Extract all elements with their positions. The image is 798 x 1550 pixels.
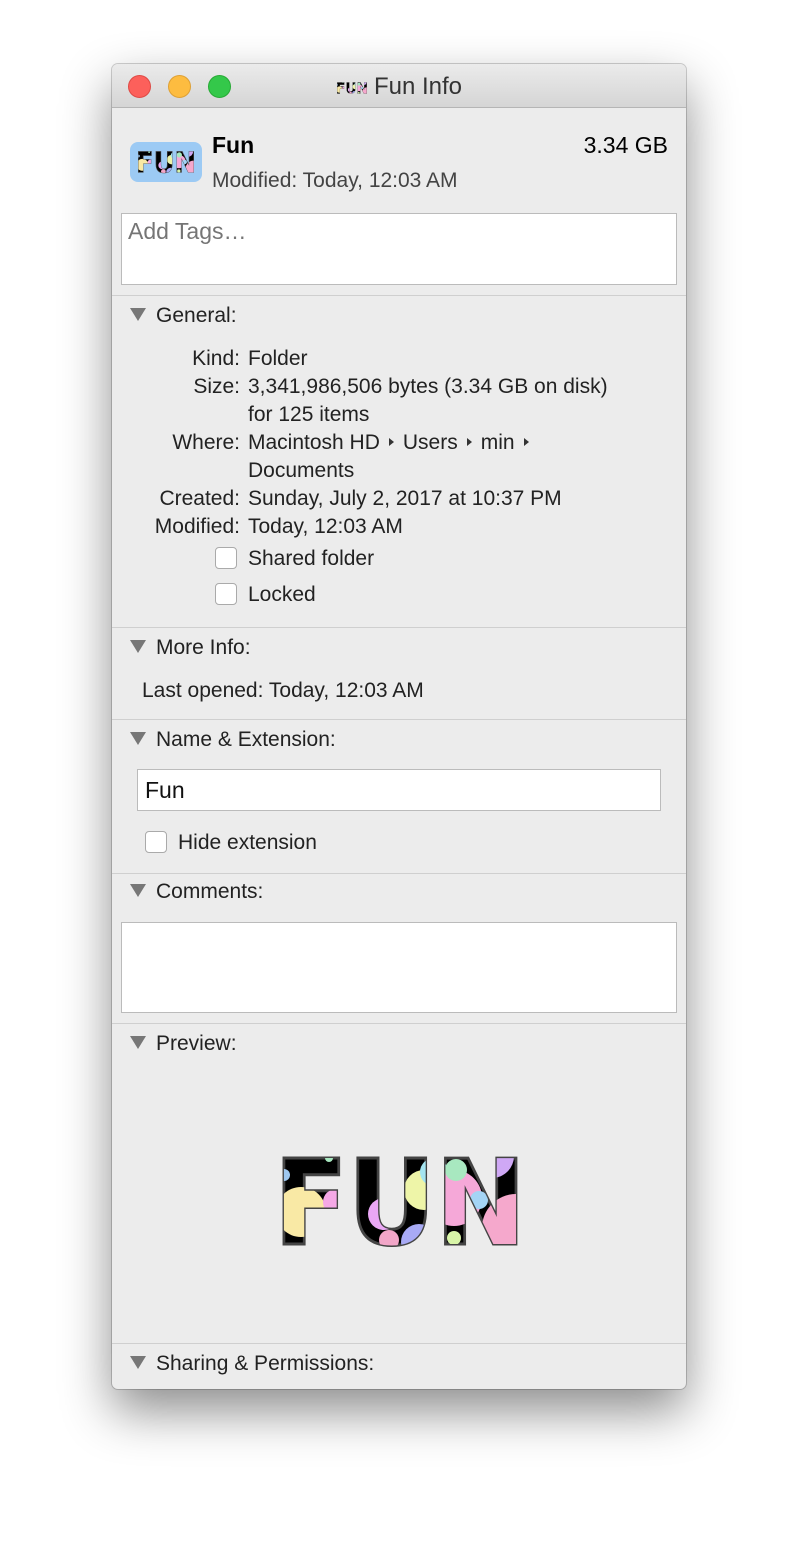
modified-label: Modified: — [154, 515, 240, 538]
folder-preview-image — [274, 1150, 526, 1250]
comments-textarea[interactable] — [121, 922, 677, 1013]
name-input[interactable] — [137, 769, 661, 811]
title-bar[interactable]: Fun Info — [112, 64, 686, 108]
section-title: Sharing & Permissions: — [156, 1352, 375, 1375]
info-window: Fun Info Fun 3.34 GB Modified: Today, 12… — [112, 64, 686, 1389]
disclosure-triangle-icon — [130, 1356, 146, 1369]
path-arrow-icon — [523, 438, 529, 446]
section-title: Name & Extension: — [156, 728, 336, 751]
divider — [112, 627, 686, 628]
file-name: Fun — [212, 132, 255, 158]
section-title: Preview: — [156, 1032, 237, 1055]
hide-extension-checkbox[interactable] — [145, 831, 167, 853]
kind-value: Folder — [248, 347, 308, 370]
path-item: Documents — [248, 459, 355, 482]
tags-input[interactable] — [121, 213, 677, 285]
locked-checkbox[interactable] — [215, 583, 237, 605]
section-preview[interactable]: Preview: — [130, 1032, 237, 1056]
divider — [112, 873, 686, 874]
disclosure-triangle-icon — [130, 1036, 146, 1049]
divider — [112, 1343, 686, 1344]
section-comments[interactable]: Comments: — [130, 880, 263, 904]
folder-icon — [336, 81, 368, 95]
item-count: for 125 items — [248, 403, 370, 426]
where-path: Macintosh HD Users min — [248, 431, 538, 455]
created-label: Created: — [159, 487, 240, 510]
path-item: min — [480, 431, 515, 454]
disclosure-triangle-icon — [130, 732, 146, 745]
kind-label: Kind: — [192, 347, 240, 370]
last-opened: Last opened: Today, 12:03 AM — [142, 679, 424, 702]
path-item: Users — [402, 431, 458, 454]
shared-folder-label: Shared folder — [248, 547, 375, 570]
section-title: Comments: — [156, 880, 264, 903]
size-value: 3,341,986,506 bytes (3.34 GB on disk) — [248, 375, 608, 398]
folder-icon — [130, 142, 202, 182]
section-more-info[interactable]: More Info: — [130, 636, 251, 660]
section-sharing-permissions[interactable]: Sharing & Permissions: — [130, 1352, 374, 1376]
disclosure-triangle-icon — [130, 884, 146, 897]
section-general[interactable]: General: — [130, 304, 237, 328]
section-title: More Info: — [156, 636, 251, 659]
path-arrow-icon — [466, 438, 472, 446]
size-label: Size: — [193, 375, 240, 398]
shared-folder-checkbox[interactable] — [215, 547, 237, 569]
modified-summary: Modified: Today, 12:03 AM — [212, 169, 458, 192]
disclosure-triangle-icon — [130, 308, 146, 321]
where-label: Where: — [172, 431, 240, 454]
locked-label: Locked — [248, 583, 316, 606]
created-value: Sunday, July 2, 2017 at 10:37 PM — [248, 487, 562, 510]
path-arrow-icon — [388, 438, 394, 446]
section-title: General: — [156, 304, 237, 327]
modified-value: Today, 12:03 AM — [248, 515, 403, 538]
divider — [112, 1023, 686, 1024]
file-size: 3.34 GB — [583, 132, 668, 158]
section-name-extension[interactable]: Name & Extension: — [130, 728, 336, 752]
window-title-text: Fun Info — [373, 73, 463, 100]
path-item: Macintosh HD — [248, 431, 380, 454]
divider — [112, 295, 686, 296]
hide-extension-label: Hide extension — [178, 831, 317, 854]
divider — [112, 719, 686, 720]
window-title: Fun Info — [112, 73, 686, 101]
disclosure-triangle-icon — [130, 640, 146, 653]
